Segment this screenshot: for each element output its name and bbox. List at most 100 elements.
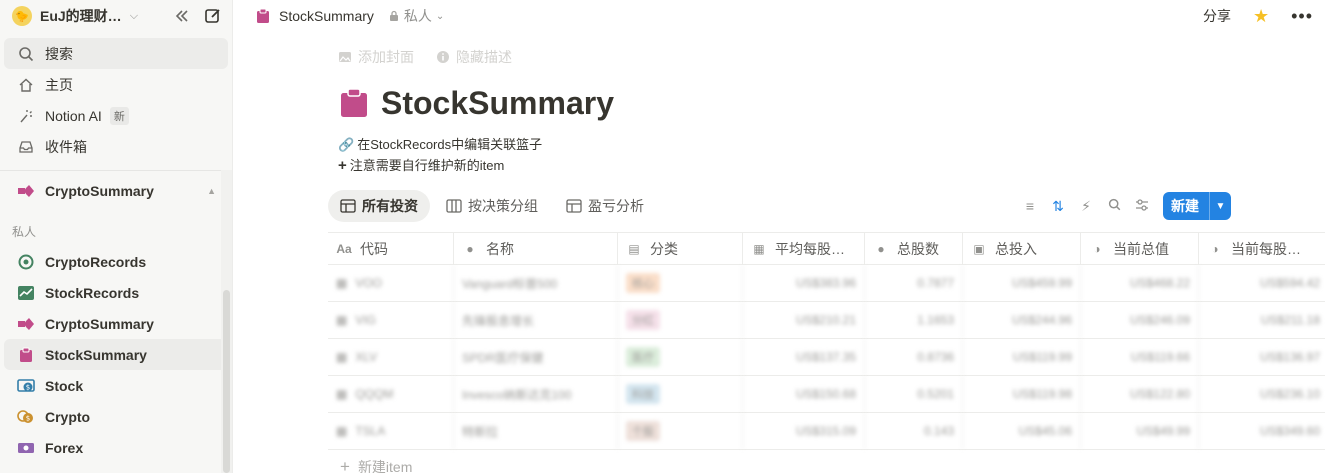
column-header[interactable]: ● 总股数 (865, 233, 963, 264)
cell-investment[interactable]: US$244.96 (963, 302, 1081, 338)
table-row[interactable]: ▩ XLV SPDR医疗保健 医疗 US$137.35 0.8736 US$119… (328, 339, 1325, 376)
cell-current-value[interactable]: US$122.80 (1081, 376, 1199, 412)
table-row[interactable]: ▩ VIG 先锋股息增长 分红 US$210.21 1.1653 US$244.9… (328, 302, 1325, 339)
cell-shares[interactable]: 0.5201 (865, 376, 963, 412)
cell-category[interactable]: 个股 (618, 413, 743, 449)
tab-group-by-decision[interactable]: 按决策分组 (434, 190, 550, 222)
cell-category[interactable]: 医疗 (618, 339, 743, 375)
add-item-button[interactable]: + 新建item (328, 450, 1325, 473)
page-title[interactable]: StockSummary (381, 85, 614, 122)
breadcrumb[interactable]: StockSummary (279, 8, 374, 24)
cell-current-price[interactable]: US$349.60 (1199, 413, 1325, 449)
cell-name[interactable]: SPDR医疗保健 (454, 339, 618, 375)
cell-category[interactable]: 核心 (618, 265, 743, 301)
cell-shares[interactable]: 1.1653 (865, 302, 963, 338)
chart-icon: ▩ (336, 313, 348, 327)
cell-investment[interactable]: US$45.06 (963, 413, 1081, 449)
more-options-icon[interactable]: ••• (1291, 6, 1313, 27)
page-description[interactable]: 🔗 在StockRecords中编辑关联篮子 + 注意需要自行维护新的item (338, 134, 1325, 176)
cell-name[interactable]: Vanguard标普500 (454, 265, 618, 301)
cell-avg-price[interactable]: US$137.35 (743, 339, 865, 375)
cell-investment[interactable]: US$119.98 (963, 376, 1081, 412)
sidebar-item-favorite[interactable]: CryptoSummary ▲ (4, 175, 228, 206)
share-button[interactable]: 分享 (1203, 6, 1231, 26)
cell-avg-price[interactable]: US$315.09 (743, 413, 865, 449)
cell-name[interactable]: 特斯拉 (454, 413, 618, 449)
tab-all-investments[interactable]: 所有投资 (328, 190, 430, 222)
cell-code[interactable]: ▩ XLV (328, 339, 454, 375)
favorite-star-icon[interactable]: ★ (1253, 6, 1269, 27)
sidebar-item-label: StockSummary (45, 346, 147, 363)
cell-current-value[interactable]: US$49.99 (1081, 413, 1199, 449)
column-header[interactable]: ● 名称 (454, 233, 618, 264)
sidebar-item-stocksummary[interactable]: StockSummary (4, 339, 228, 370)
sidebar-item-forex[interactable]: Forex (4, 432, 228, 463)
sidebar-item-stockrecords[interactable]: StockRecords (4, 277, 228, 308)
sidebar-item-stock[interactable]: $ Stock (4, 370, 228, 401)
cell-current-price[interactable]: US$211.18 (1199, 302, 1325, 338)
chevron-down-icon[interactable]: ⌵ (130, 10, 138, 23)
search-icon[interactable] (1107, 198, 1121, 214)
currency-exchange-icon: ◑ (1211, 241, 1219, 256)
cell-category[interactable]: 分红 (618, 302, 743, 338)
workspace-switcher[interactable]: 🐤 EuJ的理财… ⌵ (0, 0, 232, 32)
table-row[interactable]: ▩ QQQM Invesco纳斯达克100 科技 US$150.68 0.5201… (328, 376, 1325, 413)
cell-current-value[interactable]: US$246.09 (1081, 302, 1199, 338)
sidebar-item-label: Crypto (45, 408, 91, 425)
privacy-toggle[interactable]: 私人 ⌄ (388, 6, 444, 26)
cell-code[interactable]: ▩ TSLA (328, 413, 454, 449)
sidebar-item-notion-ai[interactable]: Notion AI 新 (4, 100, 228, 131)
cell-shares[interactable]: 0.7877 (865, 265, 963, 301)
cell-shares[interactable]: 0.143 (865, 413, 963, 449)
settings-sliders-icon[interactable] (1135, 198, 1149, 215)
sidebar-scrollbar[interactable] (223, 290, 230, 473)
cell-current-price[interactable]: US$136.97 (1199, 339, 1325, 375)
cell-category[interactable]: 科技 (618, 376, 743, 412)
new-button[interactable]: 新建 ▼ (1163, 192, 1231, 220)
column-header[interactable]: ◑ 当前总值 (1081, 233, 1199, 264)
cell-current-value[interactable]: US$119.66 (1081, 339, 1199, 375)
cell-shares[interactable]: 0.8736 (865, 339, 963, 375)
cell-avg-price[interactable]: US$210.21 (743, 302, 865, 338)
collapse-sidebar-icon[interactable] (174, 8, 190, 24)
column-header[interactable]: Aa 代码 (328, 233, 454, 264)
caret-up-icon[interactable]: ▲ (207, 186, 216, 196)
cell-name[interactable]: Invesco纳斯达克100 (454, 376, 618, 412)
sidebar-item-cryptosummary[interactable]: CryptoSummary (4, 308, 228, 339)
add-cover-button[interactable]: 添加封面 (338, 47, 414, 67)
column-header[interactable]: ◑ 当前每股… (1199, 233, 1325, 264)
hide-description-button[interactable]: 隐藏描述 (436, 47, 512, 67)
cell-investment[interactable]: US$459.99 (963, 265, 1081, 301)
column-header[interactable]: ▦ 平均每股… (743, 233, 865, 264)
new-page-icon[interactable] (204, 7, 222, 25)
table-icon (566, 199, 582, 213)
cell-avg-price[interactable]: US$150.68 (743, 376, 865, 412)
sort-icon[interactable]: ⇅ (1051, 198, 1065, 215)
cell-text: US$49.99 (1136, 424, 1190, 438)
cell-investment[interactable]: US$119.99 (963, 339, 1081, 375)
sidebar-item-label: 搜索 (45, 45, 73, 62)
cell-current-value[interactable]: US$468.22 (1081, 265, 1199, 301)
cell-current-price[interactable]: US$236.10 (1199, 376, 1325, 412)
chevron-down-icon: ⌄ (435, 10, 445, 22)
sidebar-item-crypto[interactable]: $ Crypto (4, 401, 228, 432)
sidebar-item-cryptorecords[interactable]: CryptoRecords (4, 246, 228, 277)
clipboard-icon[interactable] (338, 87, 370, 119)
sidebar-item-inbox[interactable]: 收件箱 (4, 131, 228, 162)
automation-icon[interactable]: ⚡︎ (1079, 198, 1093, 215)
table-row[interactable]: ▩ TSLA 特斯拉 个股 US$315.09 0.143 US$45.06 US… (328, 413, 1325, 450)
sidebar-item-home[interactable]: 主页 (4, 69, 228, 100)
cell-current-price[interactable]: US$594.42 (1199, 265, 1325, 301)
table-row[interactable]: ▩ VOO Vanguard标普500 核心 US$383.96 0.7877 U… (328, 265, 1325, 302)
column-header[interactable]: ▤ 分类 (618, 233, 743, 264)
cell-avg-price[interactable]: US$383.96 (743, 265, 865, 301)
column-header[interactable]: ▣ 总投入 (963, 233, 1081, 264)
chevron-down-icon[interactable]: ▼ (1209, 192, 1231, 220)
cell-code[interactable]: ▩ VIG (328, 302, 454, 338)
cell-name[interactable]: 先锋股息增长 (454, 302, 618, 338)
filter-icon[interactable]: ≡ (1023, 198, 1037, 214)
cell-code[interactable]: ▩ QQQM (328, 376, 454, 412)
cell-code[interactable]: ▩ VOO (328, 265, 454, 301)
tab-profit-loss[interactable]: 盈亏分析 (554, 190, 656, 222)
sidebar-item-search[interactable]: 搜索 (4, 38, 228, 69)
